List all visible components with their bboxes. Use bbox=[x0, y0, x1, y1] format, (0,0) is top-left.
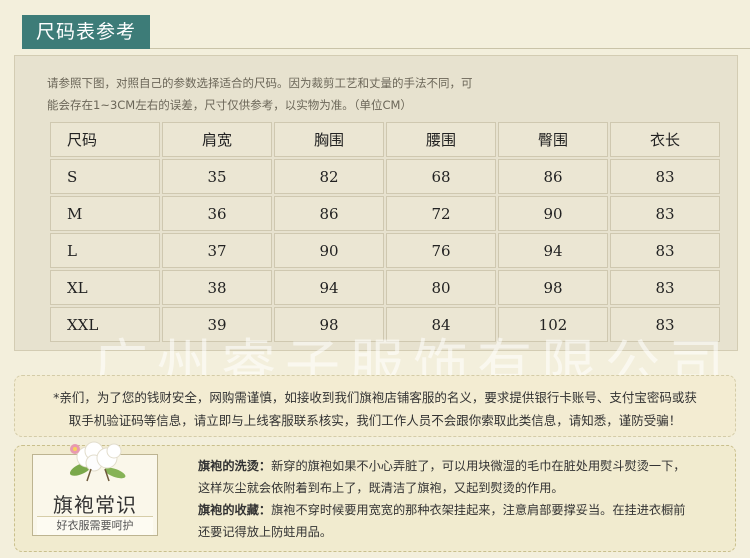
wash-text-2: 这样灰尘就会依附着到布上了，既清洁了旗袍，又起到熨烫的作用。 bbox=[198, 481, 564, 495]
header-divider bbox=[150, 48, 750, 49]
security-notice: *亲们，为了您的钱财安全，网购需谨慎，如接收到我们旗袍店铺客服的名义，要求提供银… bbox=[14, 375, 736, 437]
care-tips-panel: 旗袍常识 好衣服需要呵护 旗袍的洗烫：新穿的旗袍如果不小心弄脏了，可以用块微湿的… bbox=[14, 441, 736, 552]
table-cell: XL bbox=[50, 270, 160, 305]
table-row: S 35 82 68 86 83 bbox=[50, 159, 720, 194]
size-intro: 请参照下图，对照自己的参数选择适合的尺码。因为裁剪工艺和丈量的手法不同，可 能会… bbox=[47, 72, 727, 116]
table-cell: 86 bbox=[498, 159, 608, 194]
table-row: XXL 39 98 84 102 83 bbox=[50, 307, 720, 342]
size-chart-panel: 请参照下图，对照自己的参数选择适合的尺码。因为裁剪工艺和丈量的手法不同，可 能会… bbox=[14, 55, 738, 397]
size-table: 尺码 肩宽 胸围 腰围 臀围 衣长 S 35 82 68 86 83 M 36 … bbox=[48, 120, 722, 344]
table-cell: XXL bbox=[50, 307, 160, 342]
header-cell-length: 衣长 bbox=[610, 122, 720, 157]
table-row: M 36 86 72 90 83 bbox=[50, 196, 720, 231]
table-cell: 76 bbox=[386, 233, 496, 268]
intro-line-2: 能会存在1~3CM左右的误差，尺寸仅供参考，以实物为准。（单位CM） bbox=[47, 98, 412, 112]
table-cell: 83 bbox=[610, 196, 720, 231]
table-cell: 83 bbox=[610, 159, 720, 194]
table-cell: 94 bbox=[498, 233, 608, 268]
notice-line-2: 取手机验证码等信息，请立即与上线客服联系核实，我们工作人员不会跟你索取此类信息，… bbox=[68, 413, 682, 428]
header-cell-bust: 胸围 bbox=[274, 122, 384, 157]
table-cell: 82 bbox=[274, 159, 384, 194]
table-cell: 39 bbox=[162, 307, 272, 342]
table-cell: 72 bbox=[386, 196, 496, 231]
header-cell-shoulder: 肩宽 bbox=[162, 122, 272, 157]
table-cell: 90 bbox=[274, 233, 384, 268]
notice-line-1: *亲们，为了您的钱财安全，网购需谨慎，如接收到我们旗袍店铺客服的名义，要求提供银… bbox=[53, 390, 697, 405]
table-row: L 37 90 76 94 83 bbox=[50, 233, 720, 268]
table-cell: 80 bbox=[386, 270, 496, 305]
wash-heading: 旗袍的洗烫： bbox=[198, 459, 272, 473]
table-cell: L bbox=[50, 233, 160, 268]
care-card: 旗袍常识 好衣服需要呵护 bbox=[32, 441, 158, 536]
wash-text: 新穿的旗袍如果不小心弄脏了，可以用块微湿的毛巾在脏处用熨斗熨烫一下， bbox=[271, 459, 686, 473]
table-cell: 36 bbox=[162, 196, 272, 231]
header-cell-hip: 臀围 bbox=[498, 122, 608, 157]
table-cell: M bbox=[50, 196, 160, 231]
table-cell: 90 bbox=[498, 196, 608, 231]
table-cell: 68 bbox=[386, 159, 496, 194]
table-cell: 102 bbox=[498, 307, 608, 342]
section-title-tab: 尺码表参考 bbox=[22, 15, 150, 49]
store-heading: 旗袍的收藏： bbox=[198, 503, 272, 517]
cotton-flower-icon bbox=[69, 441, 126, 482]
table-cell: 35 bbox=[162, 159, 272, 194]
table-cell: 86 bbox=[274, 196, 384, 231]
store-text-2: 还要记得放上防蛀用品。 bbox=[198, 525, 333, 539]
table-cell: 83 bbox=[610, 233, 720, 268]
intro-line-1: 请参照下图，对照自己的参数选择适合的尺码。因为裁剪工艺和丈量的手法不同，可 bbox=[47, 76, 473, 90]
table-cell: 37 bbox=[162, 233, 272, 268]
header-cell-size: 尺码 bbox=[50, 122, 160, 157]
store-text: 旗袍不穿时候要用宽宽的那种衣架挂起来，注意肩部要撑妥当。在挂进衣橱前 bbox=[271, 503, 686, 517]
table-row: XL 38 94 80 98 83 bbox=[50, 270, 720, 305]
table-cell: 84 bbox=[386, 307, 496, 342]
header-cell-waist: 腰围 bbox=[386, 122, 496, 157]
table-cell: 83 bbox=[610, 307, 720, 342]
table-cell: 98 bbox=[274, 307, 384, 342]
table-cell: 94 bbox=[274, 270, 384, 305]
table-cell: S bbox=[50, 159, 160, 194]
table-cell: 83 bbox=[610, 270, 720, 305]
care-text: 旗袍的洗烫：新穿的旗袍如果不小心弄脏了，可以用块微湿的毛巾在脏处用熨斗熨烫一下，… bbox=[198, 455, 728, 543]
card-title: 旗袍常识 bbox=[53, 493, 137, 517]
card-subtitle: 好衣服需要呵护 bbox=[37, 516, 153, 535]
table-cell: 38 bbox=[162, 270, 272, 305]
table-cell: 98 bbox=[498, 270, 608, 305]
section-title: 尺码表参考 bbox=[35, 21, 136, 43]
table-header-row: 尺码 肩宽 胸围 腰围 臀围 衣长 bbox=[50, 122, 720, 157]
